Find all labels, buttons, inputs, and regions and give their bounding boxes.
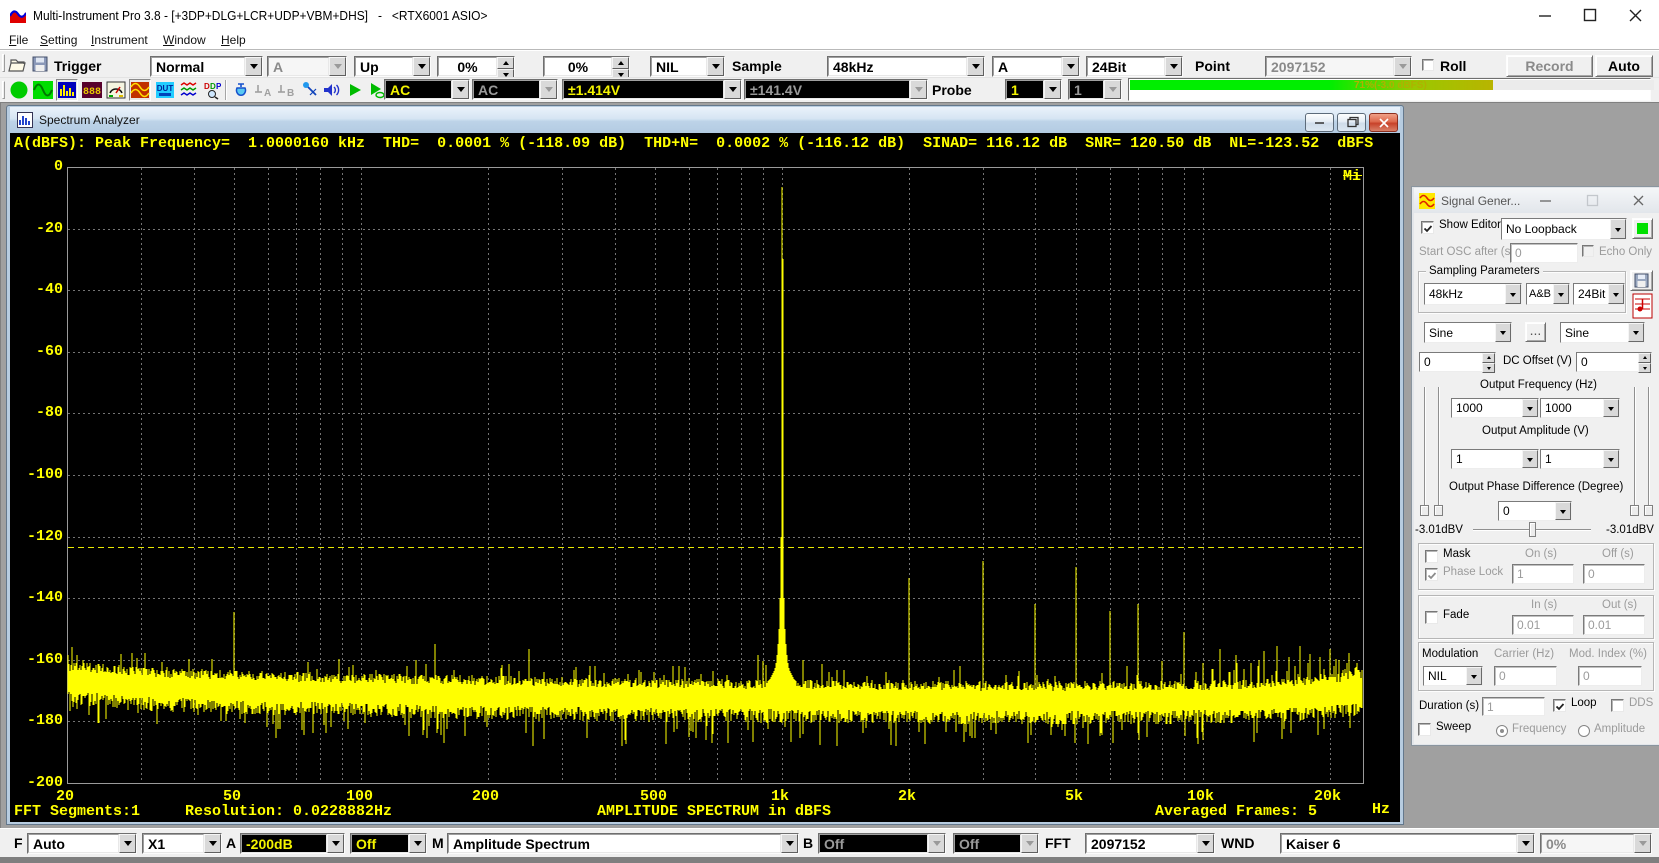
svg-text:DUT: DUT bbox=[157, 84, 174, 93]
svg-text:888: 888 bbox=[83, 87, 101, 98]
svg-text:B: B bbox=[287, 88, 294, 99]
svg-text:P: P bbox=[216, 82, 222, 91]
svg-text:A: A bbox=[264, 88, 271, 99]
